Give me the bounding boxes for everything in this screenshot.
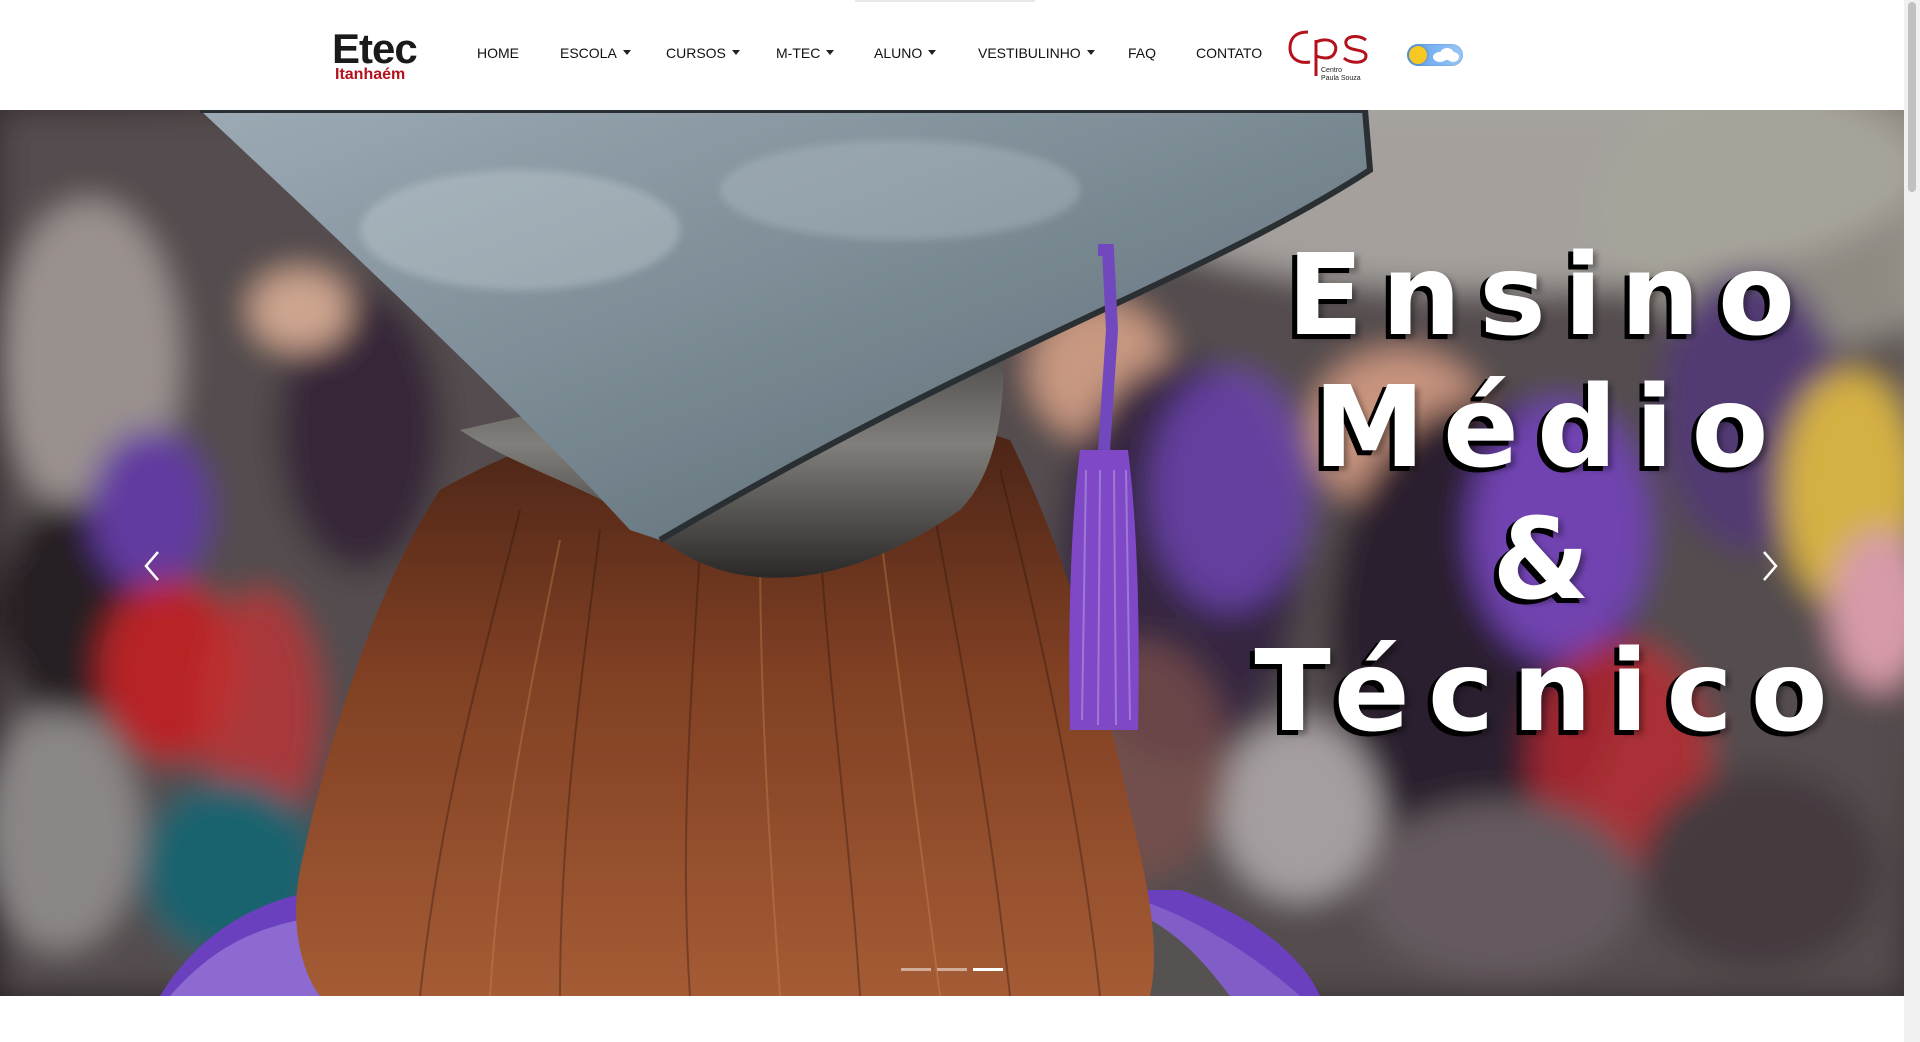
cps-logo-line2: Paula Souza	[1321, 75, 1361, 82]
nav-contato-label: CONTATO	[1196, 45, 1263, 61]
nav-escola-label: ESCOLA	[560, 45, 617, 61]
hero-title-line: Ensino	[1287, 231, 1813, 361]
nav-cursos-label: CURSOS	[666, 45, 726, 61]
hero-title-line: Médio	[1313, 363, 1787, 493]
hero-title: Ensino Médio & Técnico	[1220, 230, 1880, 758]
brand-location: Itanhaém	[335, 66, 406, 83]
nav-cursos[interactable]: CURSOS	[666, 44, 740, 62]
carousel-indicator[interactable]	[901, 968, 931, 971]
cps-logo-mark: Centro Paula Souza	[1288, 30, 1368, 82]
chevron-right-icon	[1763, 551, 1778, 581]
cps-logo-line1: Centro	[1321, 67, 1342, 74]
carousel-prev-button[interactable]	[122, 510, 182, 620]
nav-mtec[interactable]: M-TEC	[776, 44, 835, 62]
sun-icon	[1409, 46, 1427, 64]
nav-faq[interactable]: FAQ	[1128, 44, 1156, 62]
nav-mtec-label: M-TEC	[776, 45, 821, 61]
hero-title-line: Técnico	[1254, 627, 1846, 757]
cps-logo[interactable]: Centro Paula Souza	[1286, 26, 1370, 84]
navbar: Etec Itanhaém HOME ESCOLA CURSOS M-TEC A…	[0, 0, 1904, 110]
brand-logo[interactable]: Etec Itanhaém	[332, 26, 442, 86]
nav-home-label: HOME	[477, 45, 519, 61]
cloud-icon	[1433, 48, 1459, 62]
caret-down-icon	[1086, 50, 1095, 55]
theme-toggle[interactable]	[1407, 44, 1463, 66]
nav-faq-label: FAQ	[1128, 45, 1157, 61]
nav-contato[interactable]: CONTATO	[1196, 44, 1262, 62]
nav-home[interactable]: HOME	[477, 44, 519, 62]
nav-aluno-label: ALUNO	[874, 45, 923, 61]
carousel-indicator-active[interactable]	[973, 968, 1003, 971]
nav-vestibulinho-label: VESTIBULINHO	[978, 45, 1081, 61]
scrollbar-thumb[interactable]	[1908, 2, 1916, 192]
nav-aluno[interactable]: ALUNO	[874, 44, 937, 62]
caret-down-icon	[826, 50, 835, 55]
caret-down-icon	[928, 50, 937, 55]
carousel-next-button[interactable]	[1740, 510, 1800, 620]
chevron-left-icon	[144, 551, 159, 581]
hero-carousel: Ensino Médio & Técnico	[0, 110, 1904, 996]
carousel-indicator[interactable]	[937, 968, 967, 971]
caret-down-icon	[622, 50, 631, 55]
nav-vestibulinho[interactable]: VESTIBULINHO	[978, 44, 1095, 62]
caret-down-icon	[731, 50, 740, 55]
page-scrollbar[interactable]	[1904, 0, 1920, 1042]
header-top-line	[855, 0, 1035, 2]
nav-escola[interactable]: ESCOLA	[560, 44, 631, 62]
